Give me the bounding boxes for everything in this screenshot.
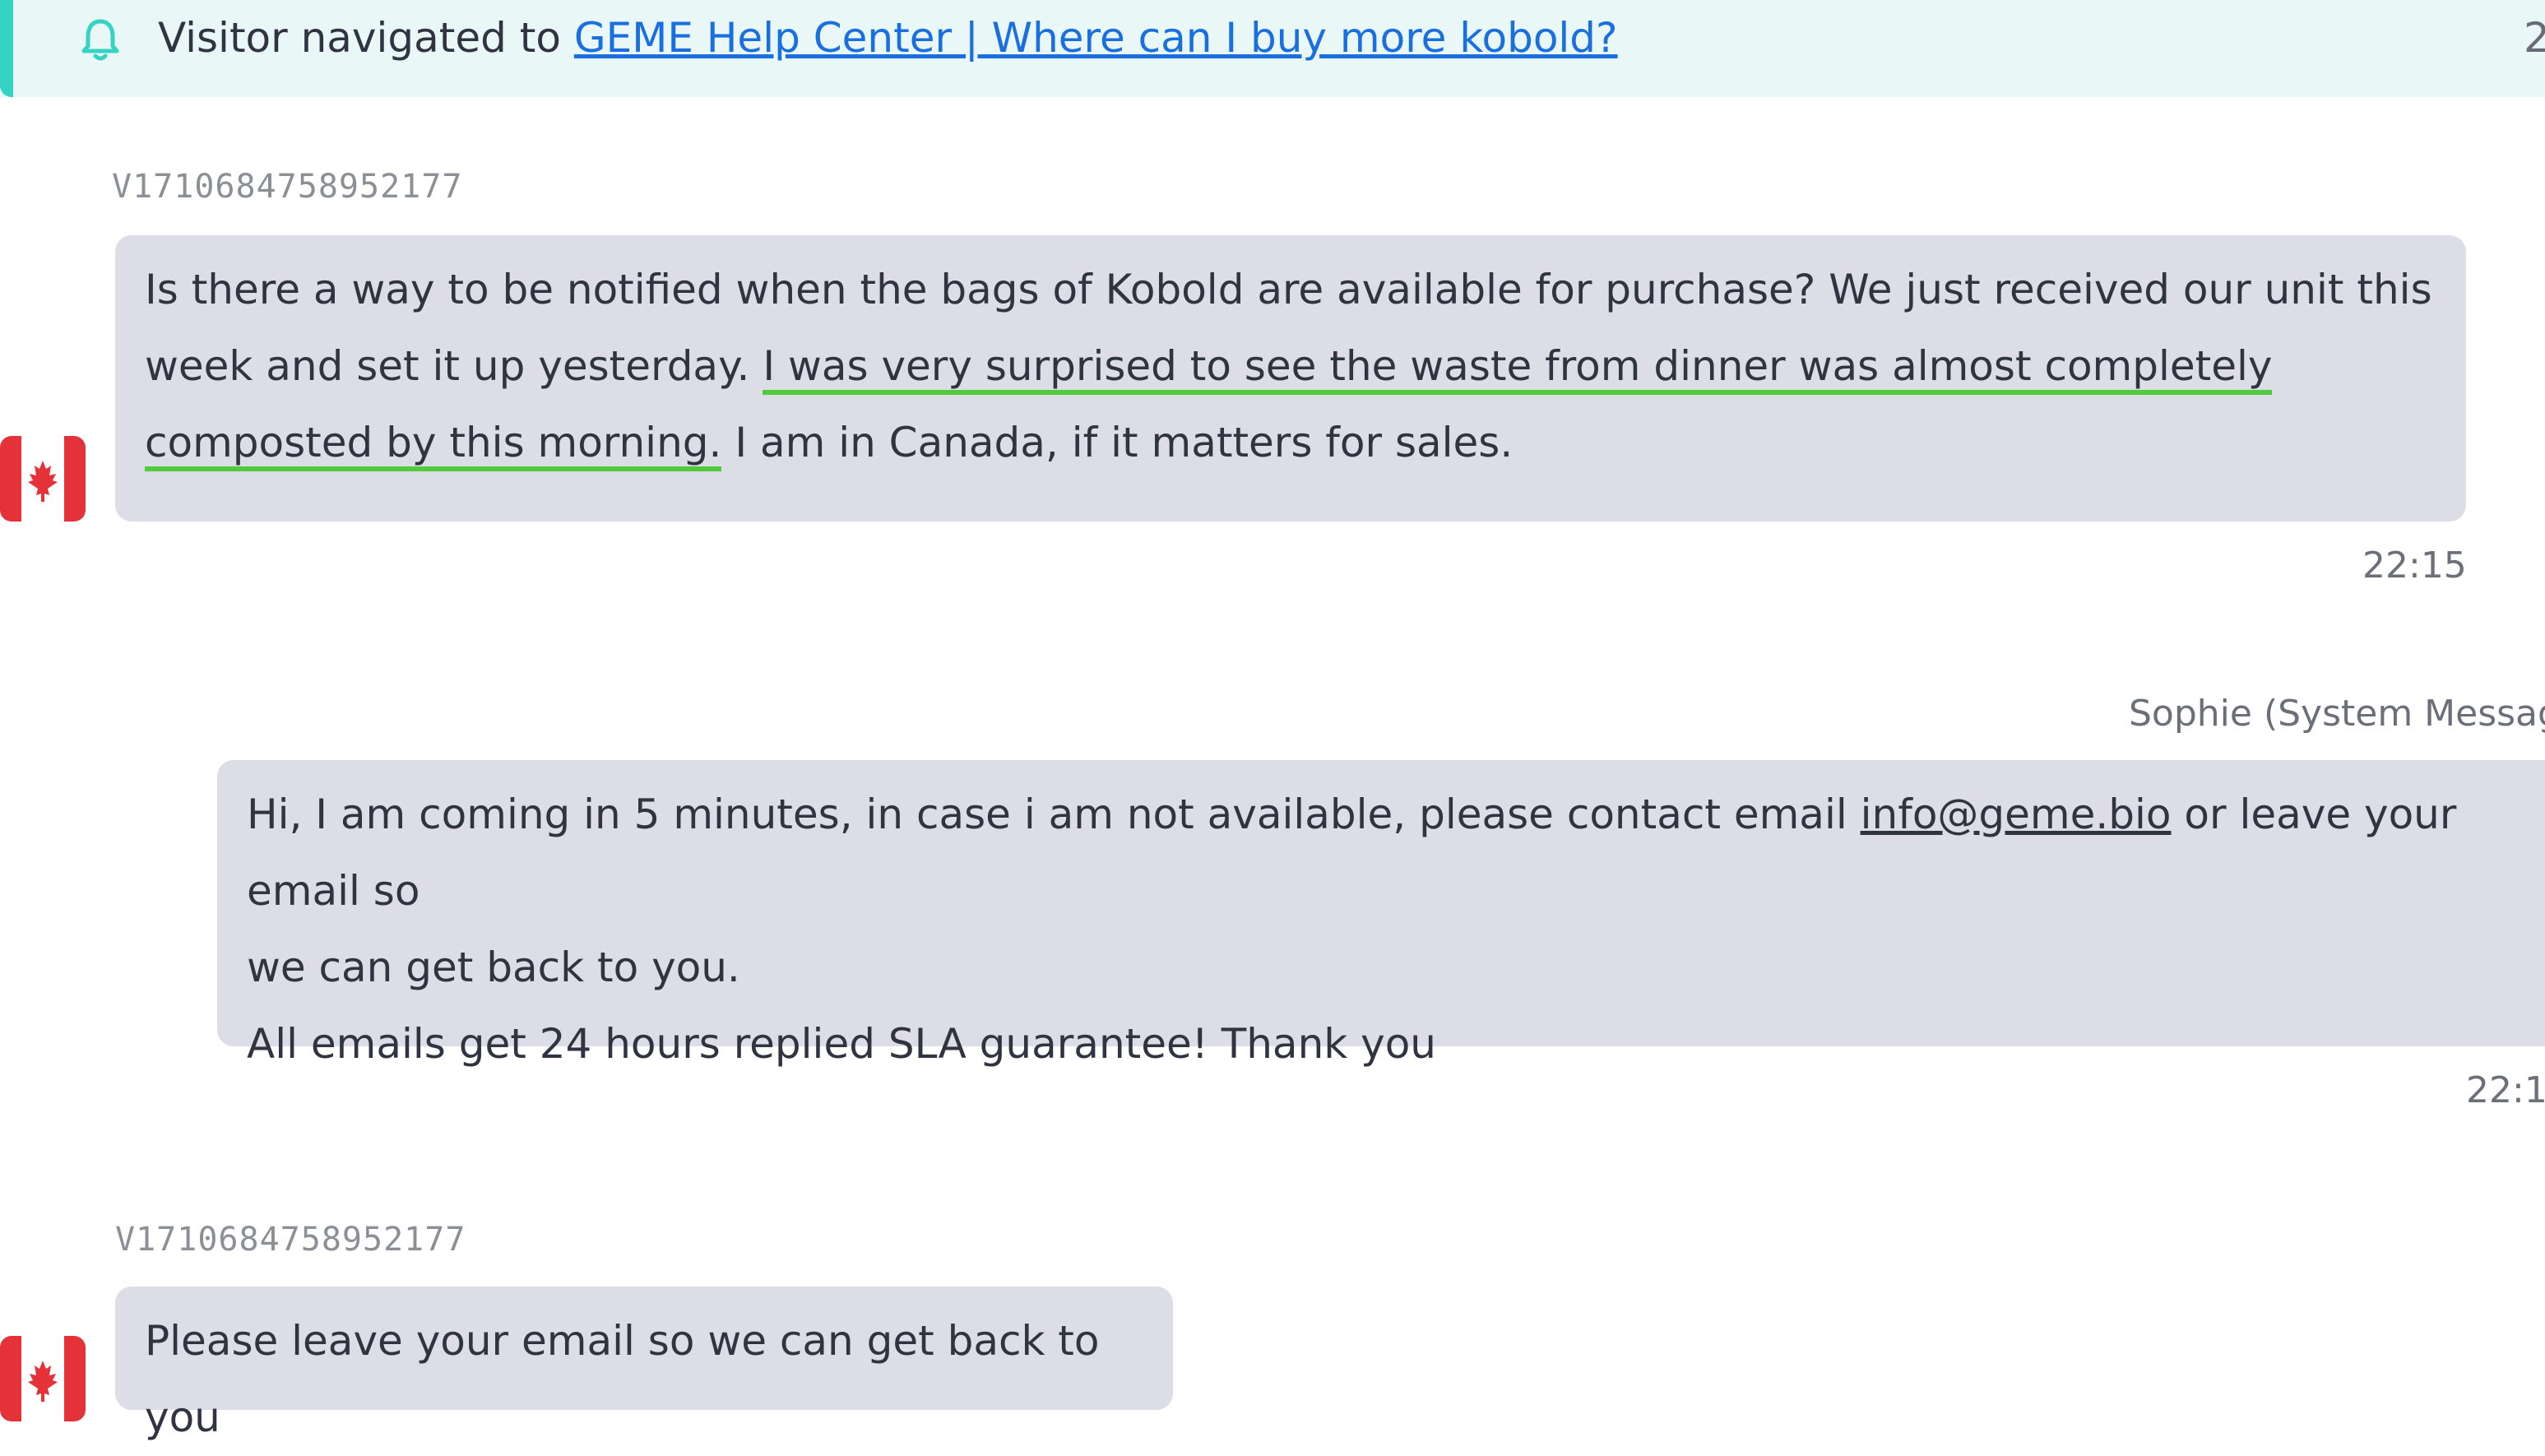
notification-accent-bar xyxy=(0,0,13,97)
message-text: we can get back to you. xyxy=(247,944,740,991)
email-link[interactable]: info@geme.bio xyxy=(1861,791,2172,838)
message-text: Please leave your email so we can get ba… xyxy=(145,1317,1100,1441)
help-center-link[interactable]: GEME Help Center | Where can I buy more … xyxy=(574,14,1618,62)
visitor-id: V1710684758952177 xyxy=(115,1221,466,1259)
message-text: All emails get 24 hours replied SLA guar… xyxy=(247,1020,1436,1068)
bell-icon xyxy=(81,19,119,61)
visitor-id: V1710684758952177 xyxy=(112,168,463,206)
highlighted-text: I was very surprised to see the waste fr… xyxy=(763,342,2273,395)
visitor-message-bubble: Is there a way to be notified when the b… xyxy=(115,235,2466,522)
notification-prefix: Visitor navigated to xyxy=(158,14,561,62)
message-text: I am in Canada, if it matters for sales. xyxy=(735,419,1514,466)
message-text: Hi, I am coming in 5 minutes, in case i … xyxy=(247,791,1847,838)
canada-flag-icon xyxy=(0,1336,86,1421)
notification-text: Visitor navigated to GEME Help Center | … xyxy=(158,8,1618,67)
message-time: 22:15 xyxy=(2362,545,2467,587)
message-time: 22:1 xyxy=(2466,1069,2545,1111)
highlighted-text: composted by this morning. xyxy=(145,419,722,471)
canada-flag-icon xyxy=(0,436,86,522)
agent-message-bubble: Hi, I am coming in 5 minutes, in case i … xyxy=(217,760,2545,1068)
visitor-message-bubble: Please leave your email so we can get ba… xyxy=(115,1287,1173,1441)
sender-name: Sophie (System Message xyxy=(2129,693,2545,735)
notification-time: 2 xyxy=(2524,14,2545,62)
navigation-notification: Visitor navigated to GEME Help Center | … xyxy=(0,0,2545,97)
